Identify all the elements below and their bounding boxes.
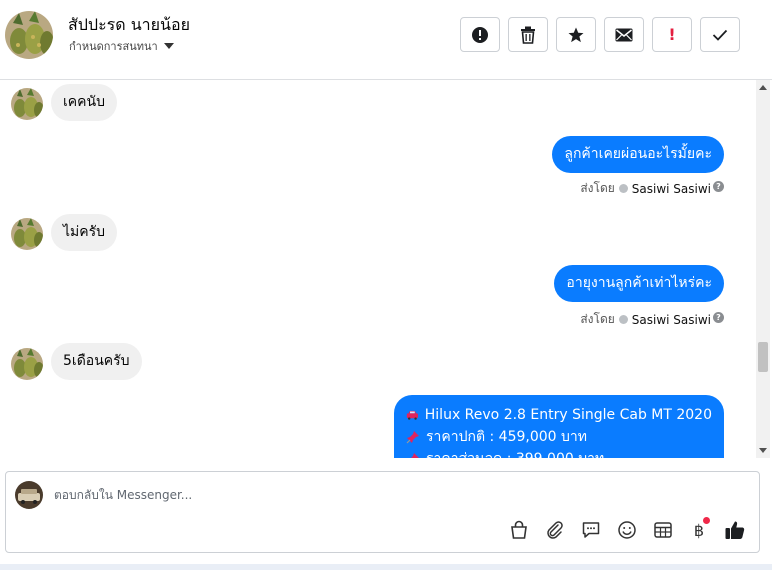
star-button[interactable]	[556, 17, 596, 52]
assign-conversation-label: กำหนดการสนทนา	[69, 40, 158, 53]
discount-price-text: ราคาส่วนลด : 399,000 บาท	[426, 448, 604, 458]
page-avatar	[15, 481, 43, 509]
notification-dot	[703, 517, 710, 524]
delete-button[interactable]	[508, 17, 548, 52]
sender-avatar	[11, 218, 43, 250]
alert-circle-icon	[472, 26, 488, 43]
saved-replies-button[interactable]	[577, 516, 605, 544]
exclamation-icon: !	[668, 25, 676, 44]
incoming-message[interactable]: 5เดือนครับ	[51, 343, 142, 380]
sender-avatar	[11, 88, 43, 120]
appointment-button[interactable]	[649, 516, 677, 544]
appointment-icon	[654, 522, 672, 538]
contact-name[interactable]: สัปปะรด นายน้อย	[68, 13, 190, 38]
contact-avatar[interactable]	[5, 11, 53, 59]
verified-icon	[618, 184, 628, 193]
scroll-up-arrow-icon[interactable]	[759, 85, 767, 90]
trash-icon	[521, 26, 535, 44]
outgoing-message[interactable]: อายุงานลูกค้าเท่าไหร่คะ	[554, 265, 724, 302]
sent-by-label: ส่งโดย	[580, 312, 615, 326]
message-list-scrollbar[interactable]	[756, 80, 770, 458]
sent-by-label: ส่งโดย	[580, 181, 615, 195]
assign-conversation-dropdown[interactable]: กำหนดการสนทนา	[69, 37, 174, 55]
payment-button[interactable]: ฿	[685, 516, 713, 544]
shopping-bag-icon	[511, 520, 527, 539]
messenger-conversation-window: สัปปะรด นายน้อย กำหนดการสนทนา ! เคคนับ ล…	[0, 0, 772, 570]
payment-baht-icon: ฿	[693, 520, 705, 540]
header-actions: !	[460, 17, 740, 52]
incoming-message[interactable]: ไม่ครับ	[51, 214, 118, 251]
mark-done-button[interactable]	[700, 17, 740, 52]
emoji-icon	[618, 521, 636, 539]
verified-icon	[618, 315, 628, 324]
car-model-text: Hilux Revo 2.8 Entry Single Cab MT 2020	[424, 407, 712, 423]
composer-toolbar: ฿	[505, 516, 749, 544]
scroll-thumb[interactable]	[758, 342, 768, 372]
pushpin-emoji-icon	[406, 431, 419, 444]
message-line: ราคาส่วนลด : 399,000 บาท	[406, 448, 712, 458]
emoji-button[interactable]	[613, 516, 641, 544]
agent-name: Sasiwi Sasiwi	[631, 181, 711, 196]
like-icon	[725, 521, 745, 539]
check-icon	[712, 29, 728, 41]
attach-file-button[interactable]	[541, 516, 569, 544]
help-icon[interactable]: ?	[713, 312, 724, 323]
scroll-down-arrow-icon[interactable]	[759, 448, 767, 453]
car-emoji-icon	[406, 410, 418, 420]
report-spam-button[interactable]	[460, 17, 500, 52]
bottom-edge	[0, 564, 772, 570]
outgoing-message-car-offer[interactable]: Hilux Revo 2.8 Entry Single Cab MT 2020 …	[394, 395, 724, 458]
shop-button[interactable]	[505, 516, 533, 544]
message-line: Hilux Revo 2.8 Entry Single Cab MT 2020	[406, 404, 712, 426]
sender-avatar	[11, 348, 43, 380]
saved-reply-icon	[582, 522, 600, 538]
help-icon[interactable]: ?	[713, 181, 724, 192]
normal-price-text: ราคาปกติ : 459,000 บาท	[426, 429, 587, 445]
follow-up-button[interactable]: !	[652, 17, 692, 52]
like-button[interactable]	[721, 516, 749, 544]
mark-unread-button[interactable]	[604, 17, 644, 52]
reply-composer: ฿	[5, 471, 760, 553]
chevron-down-icon	[163, 43, 174, 49]
outgoing-message[interactable]: ลูกค้าเคยผ่อนอะไรมั้ยคะ	[552, 136, 724, 173]
message-list[interactable]: เคคนับ ลูกค้าเคยผ่อนอะไรมั้ยคะ ส่งโดย Sa…	[0, 80, 757, 458]
agent-name: Sasiwi Sasiwi	[631, 312, 711, 327]
sent-by-info: ส่งโดย Sasiwi Sasiwi	[580, 179, 711, 198]
incoming-message[interactable]: เคคนับ	[51, 84, 117, 121]
message-line: ราคาปกติ : 459,000 บาท	[406, 426, 712, 448]
pushpin-emoji-icon	[411, 453, 419, 458]
paperclip-icon	[547, 521, 563, 539]
sent-by-info: ส่งโดย Sasiwi Sasiwi	[580, 310, 711, 329]
envelope-icon	[615, 28, 633, 41]
reply-input[interactable]	[54, 484, 654, 506]
conversation-header: สัปปะรด นายน้อย กำหนดการสนทนา !	[0, 0, 772, 80]
star-icon	[568, 27, 584, 42]
